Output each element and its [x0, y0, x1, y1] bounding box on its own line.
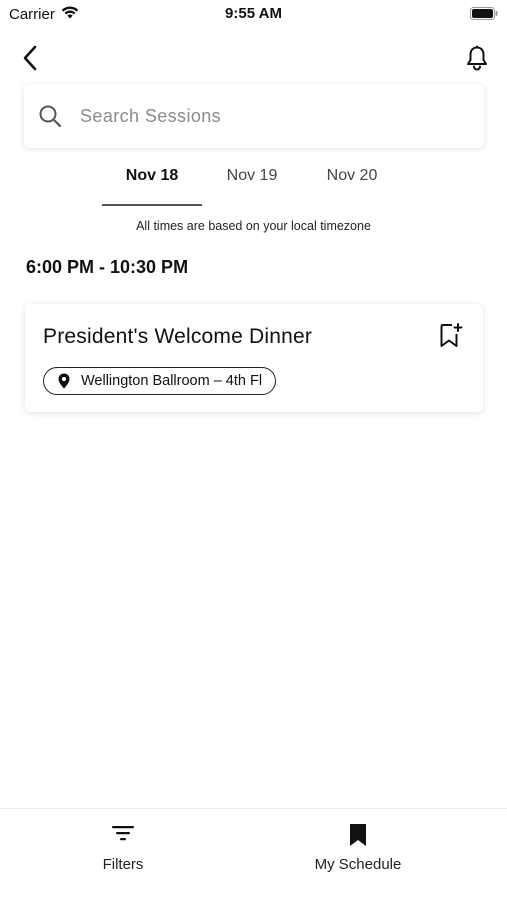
tab-nov-18[interactable]: Nov 18: [102, 160, 202, 206]
back-button[interactable]: [16, 44, 44, 76]
search-input[interactable]: [78, 104, 458, 128]
tab-filters[interactable]: Filters: [3, 809, 243, 900]
notifications-button[interactable]: [463, 44, 491, 76]
location-chip[interactable]: Wellington Ballroom – 4th Fl: [43, 367, 277, 395]
bottom-tab-bar: Filters My Schedule: [0, 808, 507, 900]
tab-filters-label: Filters: [102, 856, 144, 873]
bell-icon: [466, 45, 488, 76]
status-time: 9:55 AM: [225, 5, 282, 22]
tab-my-schedule-label: My Schedule: [314, 856, 402, 873]
chevron-left-icon: [22, 45, 38, 76]
map-pin-icon: [58, 373, 72, 389]
session-title: President's Welcome Dinner: [43, 325, 313, 348]
bookmark-icon: [238, 823, 478, 847]
top-nav: [0, 40, 507, 80]
add-to-schedule-button[interactable]: [437, 322, 465, 353]
search-icon: [37, 103, 63, 129]
app-screen: Carrier 9:55 AM Search Sessions Nov 18 N…: [0, 0, 507, 900]
tab-nov-19[interactable]: Nov 19: [202, 160, 302, 206]
session-card[interactable]: President's Welcome Dinner Wellington Ba…: [25, 304, 483, 412]
bookmark-add-icon: [439, 322, 463, 353]
status-bar: Carrier 9:55 AM: [0, 0, 507, 28]
session-time-range: 6:00 PM - 10:30 PM: [26, 257, 189, 277]
tab-my-schedule[interactable]: My Schedule: [238, 809, 478, 900]
tab-nov-20[interactable]: Nov 20: [302, 160, 402, 206]
filter-icon: [3, 823, 243, 847]
timezone-note: All times are based on your local timezo…: [136, 219, 371, 233]
location-label: Wellington Ballroom – 4th Fl: [81, 373, 263, 389]
date-tabs: Nov 18 Nov 19 Nov 20: [102, 160, 402, 206]
battery-icon: [470, 7, 498, 24]
search-box[interactable]: [24, 84, 484, 148]
